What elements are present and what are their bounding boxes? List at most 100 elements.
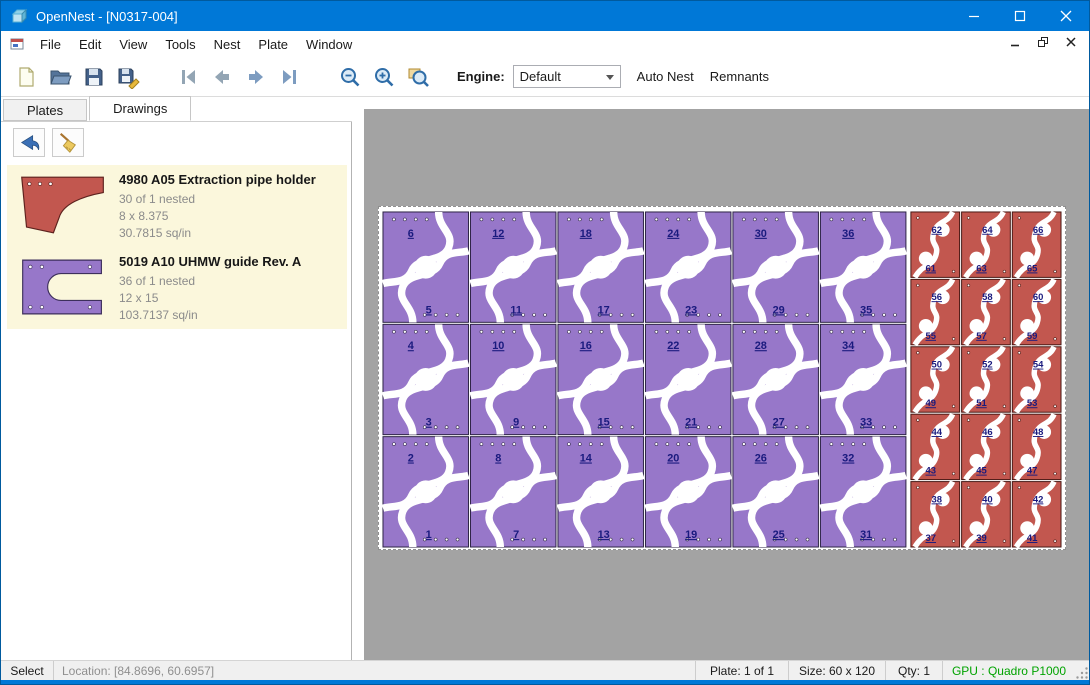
part-number: 64 <box>982 224 993 235</box>
mdi-restore-icon <box>1038 37 1049 48</box>
part-number: 2 <box>408 453 414 465</box>
menu-edit[interactable]: Edit <box>70 31 110 57</box>
nested-part-pair-red[interactable]: 5049 <box>911 347 960 412</box>
zoom-fit-button[interactable] <box>401 61 435 93</box>
nested-part-pair-purple[interactable]: 1615 <box>558 324 644 434</box>
menu-plate[interactable]: Plate <box>249 31 297 57</box>
nested-part-pair-purple[interactable]: 1413 <box>558 437 644 547</box>
nested-part-pair-red[interactable]: 6463 <box>962 212 1011 277</box>
drawing-list-item[interactable]: 4980 A05 Extraction pipe holder 30 of 1 … <box>7 165 347 247</box>
zoom-out-button[interactable] <box>333 61 367 93</box>
window-bottom-border <box>1 680 1089 685</box>
part-number: 40 <box>982 493 992 504</box>
nav-first-icon <box>176 65 200 89</box>
mdi-minimize-button[interactable] <box>1003 32 1027 52</box>
nested-part-pair-purple[interactable]: 21 <box>383 437 469 547</box>
blue-arrow-icon <box>17 132 41 154</box>
part-number: 10 <box>492 340 504 352</box>
part-number: 54 <box>1033 359 1044 370</box>
drawing-title: 4980 A05 Extraction pipe holder <box>119 172 316 187</box>
menu-tools[interactable]: Tools <box>156 31 204 57</box>
save-button[interactable] <box>77 61 111 93</box>
nested-part-pair-red[interactable]: 4645 <box>962 414 1011 479</box>
save-as-icon <box>116 65 140 89</box>
part-thumbnail-purple <box>15 252 111 322</box>
menu-file[interactable]: File <box>31 31 70 57</box>
nested-part-pair-purple[interactable]: 2019 <box>645 437 731 547</box>
part-number: 24 <box>667 228 680 240</box>
nested-part-pair-red[interactable]: 5453 <box>1012 347 1061 412</box>
resize-grip[interactable] <box>1075 661 1089 680</box>
part-number: 5 <box>426 304 432 316</box>
nested-part-pair-red[interactable]: 4443 <box>911 414 960 479</box>
nested-part-pair-red[interactable]: 3837 <box>911 482 960 547</box>
nav-prev-icon <box>210 65 234 89</box>
nav-last-button[interactable] <box>273 61 307 93</box>
close-button[interactable] <box>1043 1 1089 31</box>
nested-part-pair-red[interactable]: 5857 <box>962 279 1011 344</box>
nested-part-pair-purple[interactable]: 65 <box>383 212 469 322</box>
menu-nest[interactable]: Nest <box>205 31 250 57</box>
nested-part-pair-purple[interactable]: 2827 <box>733 324 819 434</box>
save-as-button[interactable] <box>111 61 145 93</box>
nested-part-pair-red[interactable]: 5655 <box>911 279 960 344</box>
nested-part-pair-purple[interactable]: 2625 <box>733 437 819 547</box>
nested-part-pair-purple[interactable]: 2423 <box>645 212 731 322</box>
nested-part-pair-purple[interactable]: 3433 <box>820 324 906 434</box>
nested-part-pair-red[interactable]: 5251 <box>962 347 1011 412</box>
nested-part-pair-purple[interactable]: 3231 <box>820 437 906 547</box>
remnants-button[interactable]: Remnants <box>708 65 771 88</box>
part-number: 42 <box>1033 493 1043 504</box>
nested-part-pair-purple[interactable]: 109 <box>470 324 556 434</box>
nav-prev-button[interactable] <box>205 61 239 93</box>
part-number: 44 <box>931 426 942 437</box>
nested-part-pair-purple[interactable]: 3029 <box>733 212 819 322</box>
nested-part-pair-purple[interactable]: 1817 <box>558 212 644 322</box>
nested-part-pair-purple[interactable]: 2221 <box>645 324 731 434</box>
part-number: 48 <box>1033 426 1043 437</box>
menu-view[interactable]: View <box>110 31 156 57</box>
nested-part-pair-purple[interactable]: 3635 <box>820 212 906 322</box>
nav-next-button[interactable] <box>239 61 273 93</box>
part-number: 6 <box>408 228 414 240</box>
mdi-restore-button[interactable] <box>1031 32 1055 52</box>
nested-part-pair-red[interactable]: 6261 <box>911 212 960 277</box>
engine-select[interactable]: Default <box>513 65 621 88</box>
send-back-button[interactable] <box>13 128 45 157</box>
nested-part-pair-red[interactable]: 4039 <box>962 482 1011 547</box>
nested-part-pair-purple[interactable]: 43 <box>383 324 469 434</box>
part-number: 52 <box>982 359 992 370</box>
drawing-list-item[interactable]: 5019 A10 UHMW guide Rev. A 36 of 1 neste… <box>7 247 347 329</box>
part-number: 28 <box>755 340 767 352</box>
mdi-close-button[interactable] <box>1059 32 1083 52</box>
part-number: 41 <box>1027 532 1037 543</box>
zoom-in-button[interactable] <box>367 61 401 93</box>
auto-nest-button[interactable]: Auto Nest <box>635 65 696 88</box>
drawings-panel: 4980 A05 Extraction pipe holder 30 of 1 … <box>1 122 352 660</box>
tab-plates[interactable]: Plates <box>3 99 87 121</box>
maximize-button[interactable] <box>997 1 1043 31</box>
menu-window[interactable]: Window <box>297 31 361 57</box>
clean-button[interactable] <box>52 128 84 157</box>
part-number: 26 <box>755 453 767 465</box>
canvas-background[interactable]: 6512111817242330293635431091615222128273… <box>364 109 1090 660</box>
nested-part-pair-purple[interactable]: 87 <box>470 437 556 547</box>
part-number: 1 <box>426 529 432 541</box>
mdi-window-controls <box>1003 32 1083 52</box>
minimize-button[interactable] <box>951 1 997 31</box>
mdi-minimize-icon <box>1010 37 1020 47</box>
part-number: 65 <box>1027 262 1037 273</box>
nav-first-button[interactable] <box>171 61 205 93</box>
nested-part-pair-red[interactable]: 4847 <box>1012 414 1061 479</box>
open-button[interactable] <box>43 61 77 93</box>
nested-part-pair-red[interactable]: 6665 <box>1012 212 1061 277</box>
part-number: 30 <box>755 228 767 240</box>
nested-part-pair-red[interactable]: 42 41 <box>1012 482 1061 547</box>
tab-drawings[interactable]: Drawings <box>89 96 191 121</box>
new-button[interactable] <box>9 61 43 93</box>
new-file-icon <box>14 65 38 89</box>
nested-part-pair-purple[interactable]: 1211 <box>470 212 556 322</box>
plate-canvas[interactable]: 6512111817242330293635431091615222128273… <box>378 206 1066 550</box>
minimize-icon <box>968 10 980 22</box>
nested-part-pair-red[interactable]: 6059 <box>1012 279 1061 344</box>
